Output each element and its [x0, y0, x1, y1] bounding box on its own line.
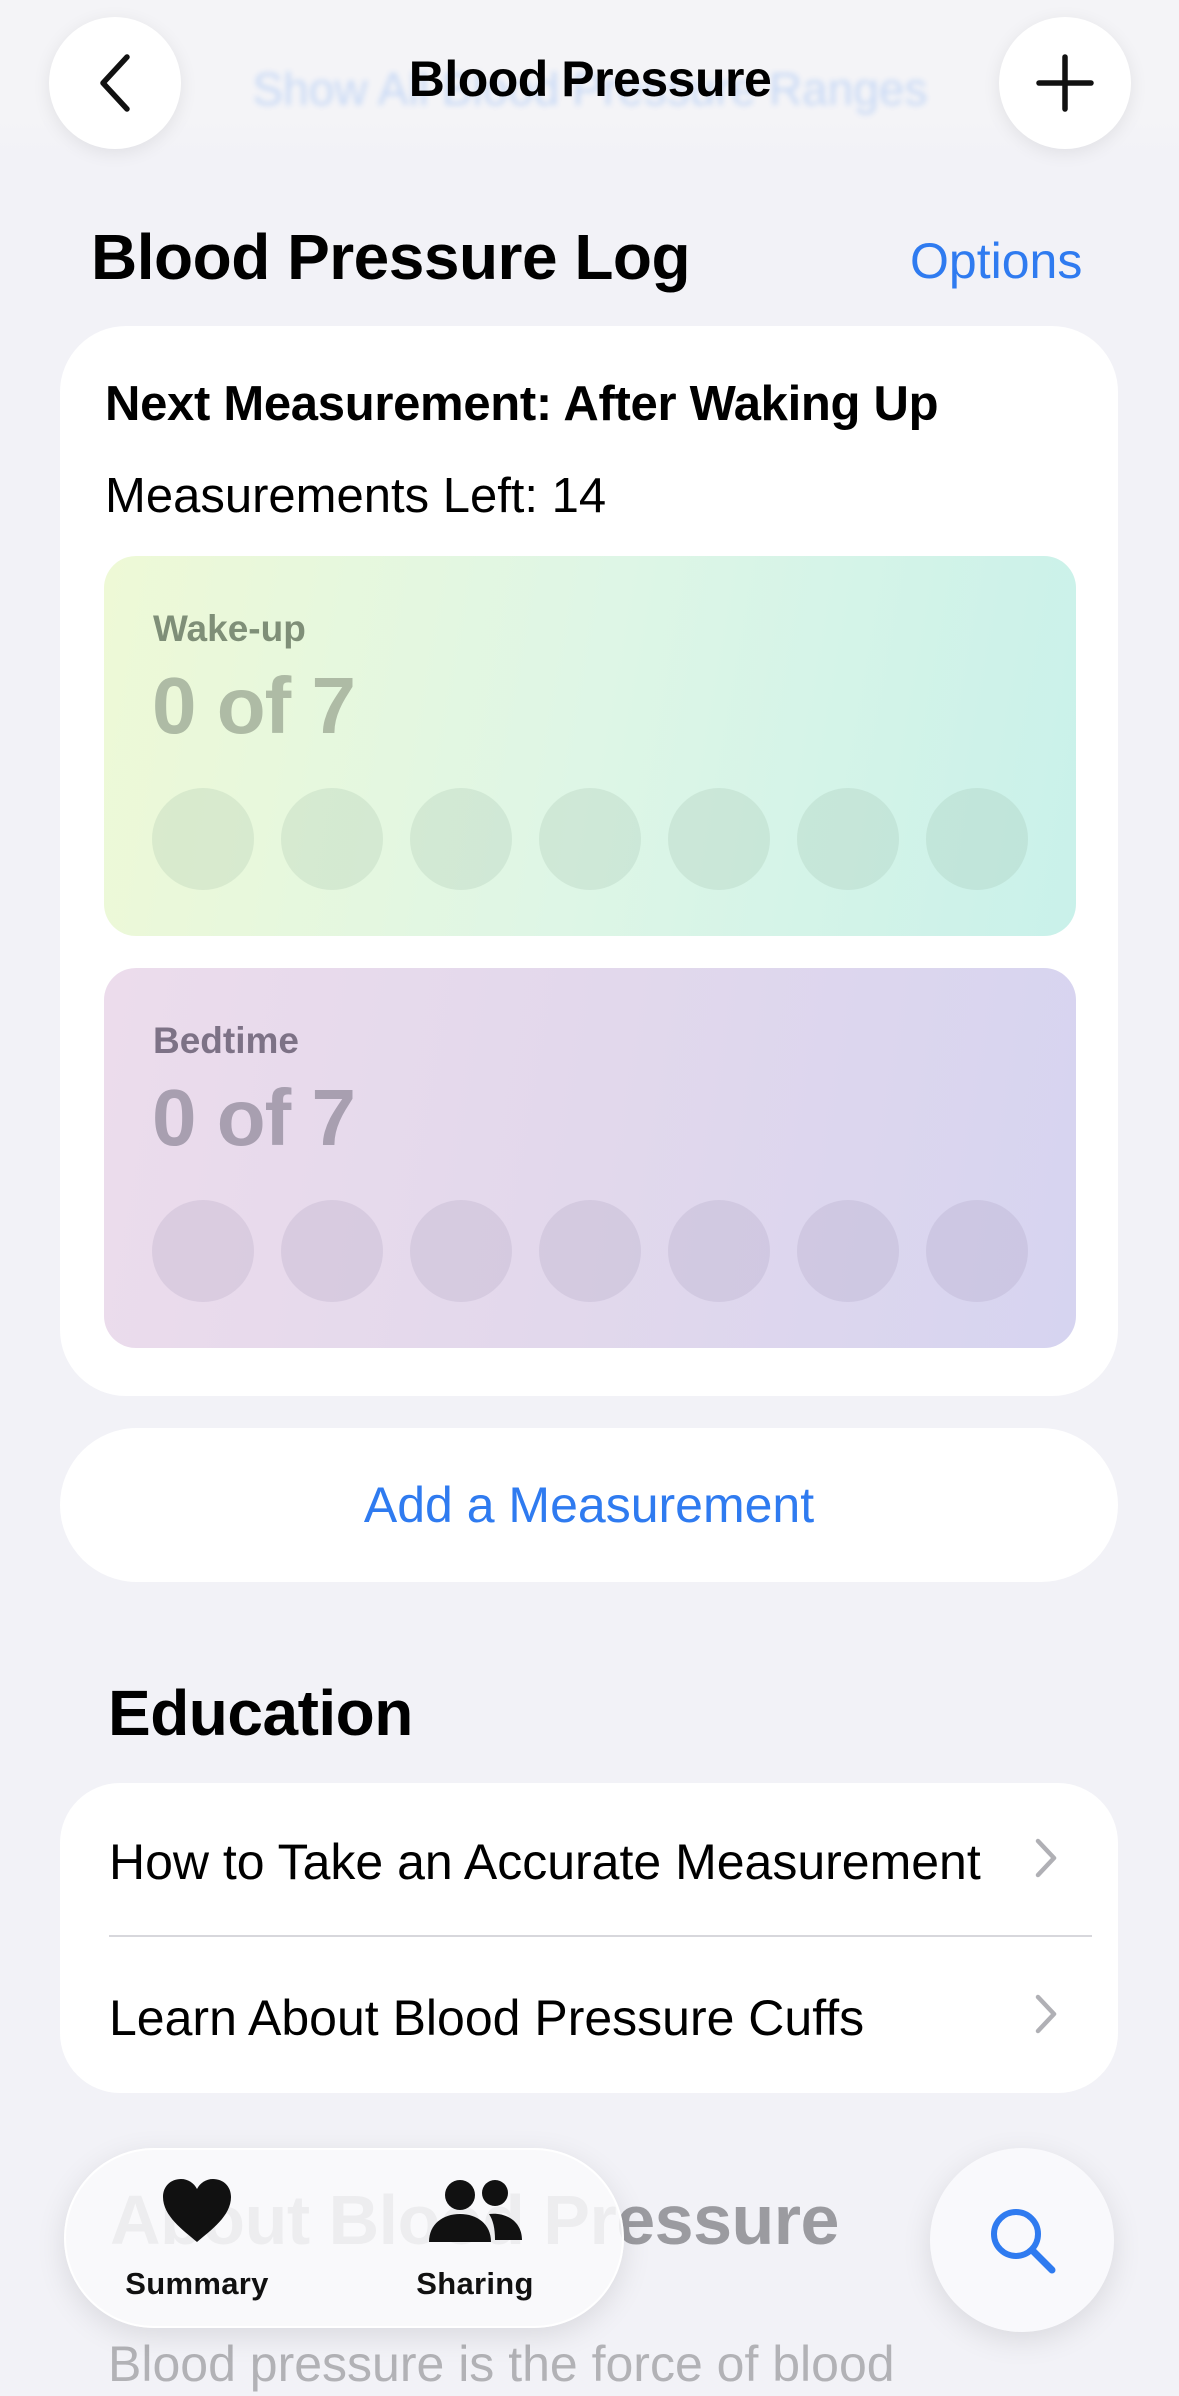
education-card: How to Take an Accurate Measurement Lear… — [60, 1783, 1118, 2093]
options-link[interactable]: Options — [910, 232, 1082, 290]
wake-up-label: Wake-up — [153, 608, 306, 649]
tab-sharing-label: Sharing — [416, 2266, 534, 2301]
wake-up-dot — [797, 788, 899, 890]
education-section-title: Education — [108, 1677, 413, 1749]
tab-bar: Summary Sharing — [64, 2148, 624, 2328]
chevron-right-icon — [1035, 1838, 1057, 1878]
education-item-label: How to Take an Accurate Measurement — [109, 1834, 981, 1890]
bedtime-dot — [797, 1200, 899, 1302]
people-icon — [429, 2180, 522, 2242]
heart-icon — [163, 2179, 231, 2242]
wake-up-dot — [410, 788, 512, 890]
add-measurement-label: Add a Measurement — [363, 1477, 815, 1533]
search-button[interactable] — [930, 2148, 1114, 2332]
chevron-left-icon — [100, 54, 130, 112]
tab-summary-label: Summary — [125, 2266, 269, 2301]
add-measurement-button[interactable]: Add a Measurement — [60, 1428, 1118, 1582]
back-button[interactable] — [49, 17, 181, 149]
bedtime-dot — [281, 1200, 383, 1302]
bedtime-dot — [926, 1200, 1028, 1302]
education-item-cuffs[interactable]: Learn About Blood Pressure Cuffs — [60, 1939, 1118, 2089]
wake-up-count: 0 of 7 — [152, 661, 356, 750]
bedtime-dot — [152, 1200, 254, 1302]
bedtime-dot — [539, 1200, 641, 1302]
wake-up-dot — [152, 788, 254, 890]
bedtime-count: 0 of 7 — [152, 1073, 356, 1162]
education-item-accurate-measurement[interactable]: How to Take an Accurate Measurement — [60, 1783, 1118, 1933]
chevron-right-icon — [1035, 1994, 1057, 2034]
wake-up-dot — [668, 788, 770, 890]
education-item-label: Learn About Blood Pressure Cuffs — [109, 1990, 865, 2046]
add-button[interactable] — [999, 17, 1131, 149]
row-divider — [109, 1935, 1092, 1937]
next-measurement-text: Next Measurement: After Waking Up — [105, 377, 939, 431]
measurements-left-text: Measurements Left: 14 — [105, 469, 607, 523]
wake-up-dot — [926, 788, 1028, 890]
log-section-title: Blood Pressure Log — [91, 221, 691, 293]
tab-summary[interactable]: Summary — [72, 2148, 322, 2328]
bedtime-dot — [410, 1200, 512, 1302]
wake-up-dot — [281, 788, 383, 890]
wake-up-dot — [539, 788, 641, 890]
tab-sharing[interactable]: Sharing — [350, 2148, 600, 2328]
wake-up-tile: Wake-up 0 of 7 — [104, 556, 1076, 936]
bedtime-label: Bedtime — [153, 1020, 299, 1061]
plus-icon — [1036, 54, 1094, 112]
search-icon — [991, 2209, 1056, 2274]
page-title: Blood Pressure — [408, 51, 772, 107]
bedtime-dot — [668, 1200, 770, 1302]
bedtime-tile: Bedtime 0 of 7 — [104, 968, 1076, 1348]
about-body-text: Blood pressure is the force of blood — [108, 2336, 895, 2392]
